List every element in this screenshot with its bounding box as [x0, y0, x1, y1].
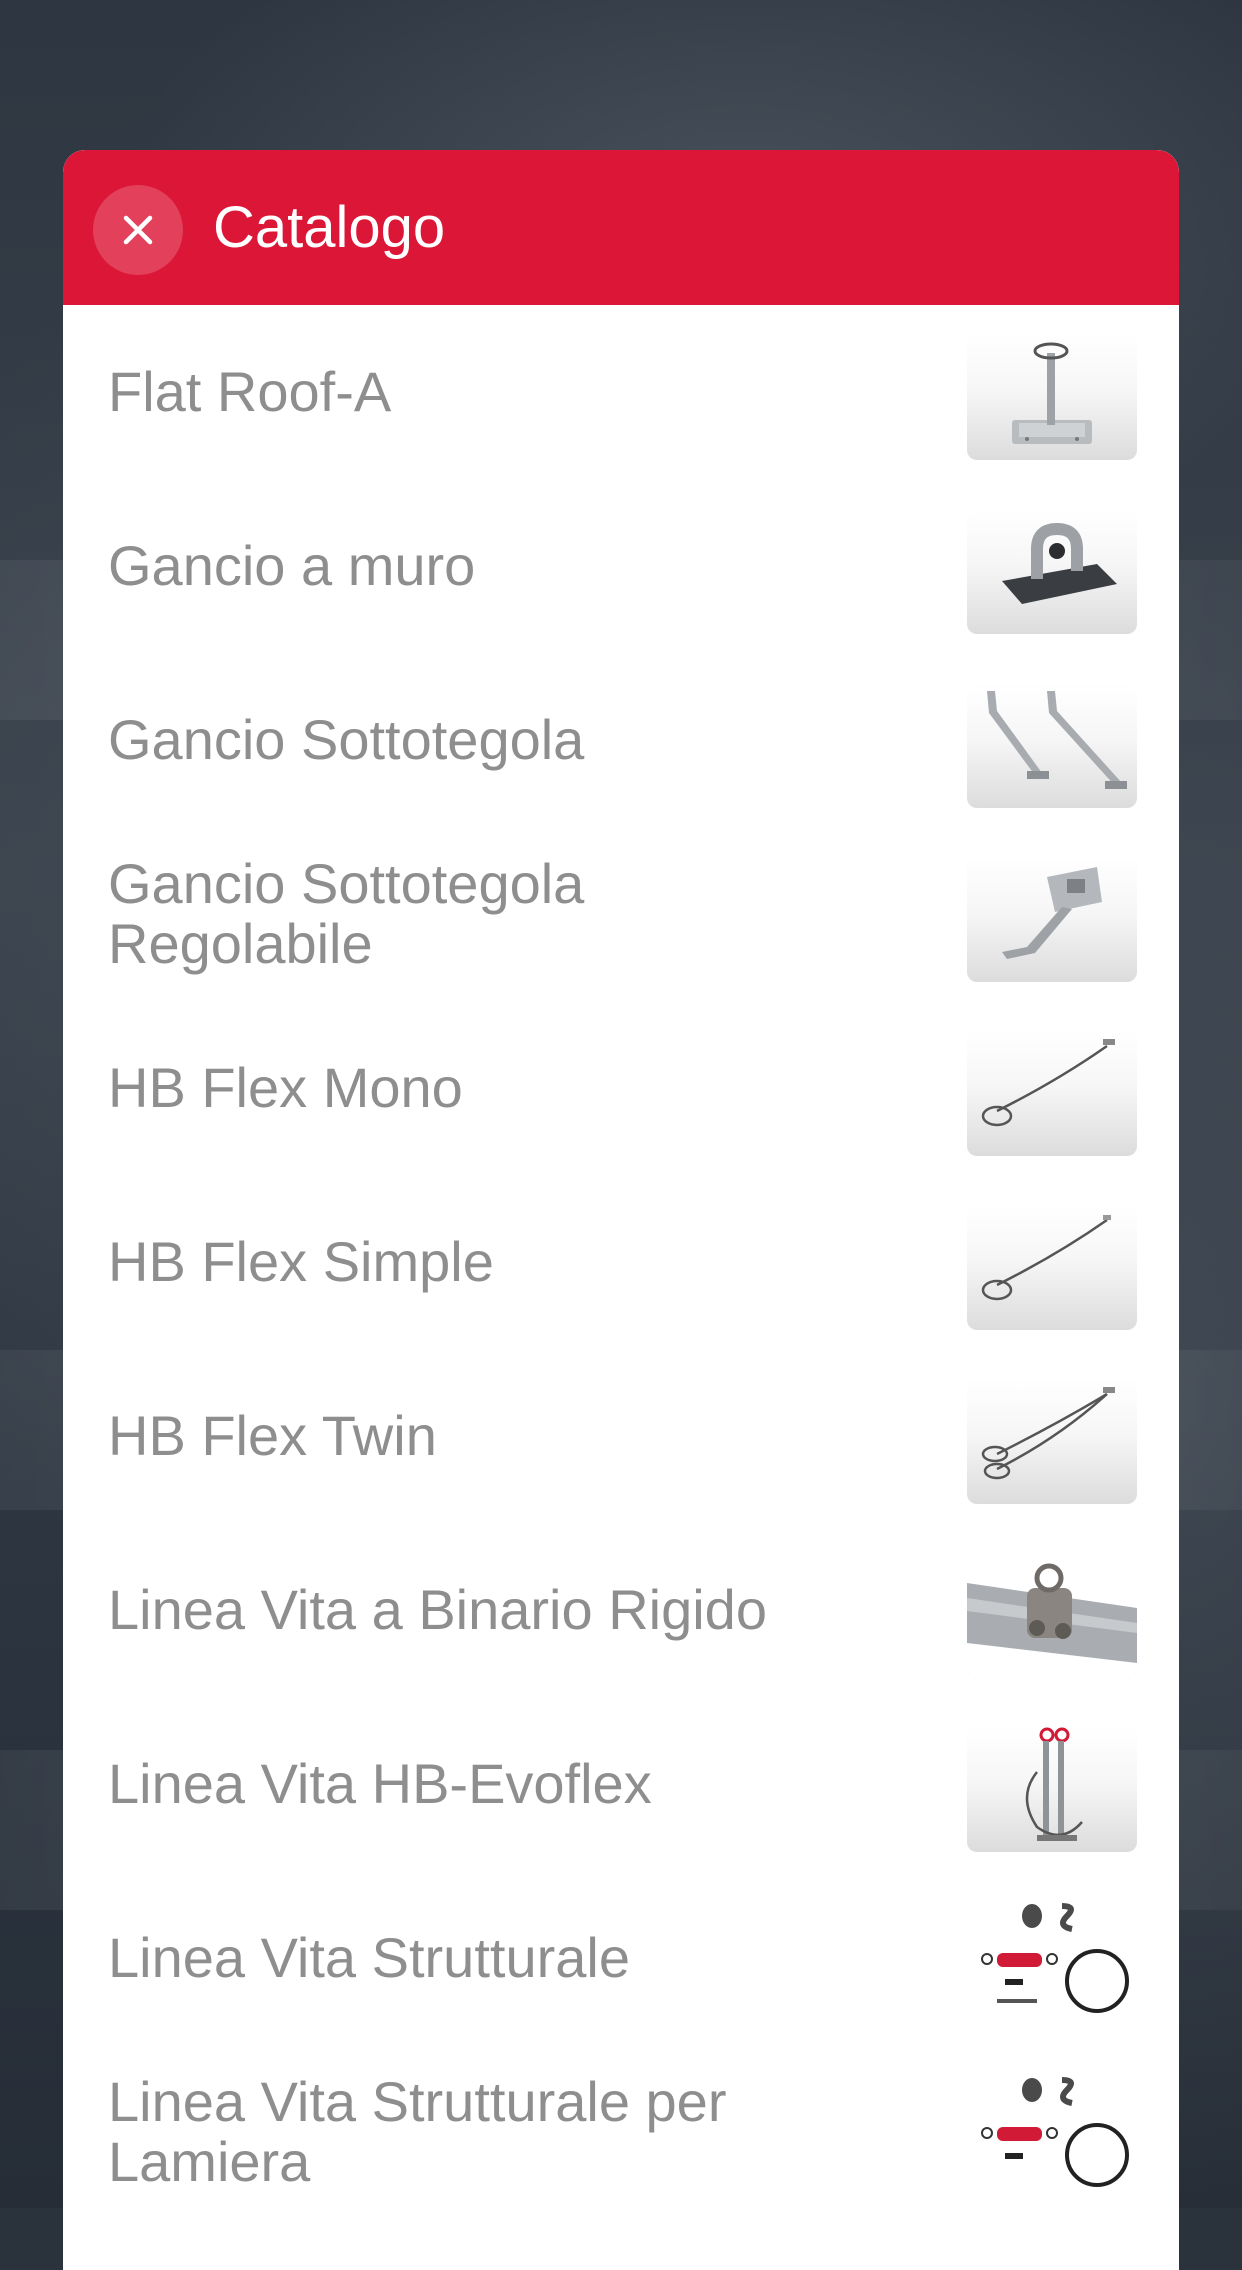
item-label: HB Flex Twin	[108, 1404, 437, 1467]
list-item-linea-vita-binario-rigido[interactable]: Linea Vita a Binario Rigido	[63, 1523, 1179, 1697]
item-label: Linea Vita a Binario Rigido	[108, 1578, 767, 1641]
item-label: Linea Vita Strutturale	[108, 1926, 630, 1989]
close-button[interactable]	[93, 185, 183, 275]
cable-sling-mono-image	[967, 1031, 1137, 1156]
list-item-linea-vita-hb-evoflex[interactable]: Linea Vita HB-Evoflex	[63, 1697, 1179, 1871]
modal-title: Catalogo	[213, 195, 446, 260]
cable-sling-simple-image	[967, 1205, 1137, 1330]
item-label: Gancio Sottotegola Regolabile	[108, 852, 585, 975]
list-item-gancio-sottotegola-regolabile[interactable]: Gancio Sottotegola Regolabile	[63, 827, 1179, 1001]
list-item-flat-roof-a[interactable]: Flat Roof-A	[63, 305, 1179, 479]
adjustable-under-tile-hook-image	[967, 857, 1137, 982]
rigid-rail-lifeline-image	[967, 1553, 1137, 1678]
item-label: HB Flex Simple	[108, 1230, 494, 1293]
list-item-linea-vita-strutturale[interactable]: Linea Vita Strutturale	[63, 1871, 1179, 2045]
item-label: Gancio Sottotegola	[108, 708, 585, 771]
item-label: Gancio a muro	[108, 534, 476, 597]
modal-header: Catalogo	[63, 150, 1179, 305]
structural-lifeline-kit-image	[967, 1901, 1137, 2026]
list-item-hb-flex-twin[interactable]: HB Flex Twin	[63, 1349, 1179, 1523]
list-item-hb-flex-simple[interactable]: HB Flex Simple	[63, 1175, 1179, 1349]
list-item-linea-vita-strutturale-lamiera[interactable]: Linea Vita Strutturale per Lamiera	[63, 2045, 1179, 2219]
item-label: Flat Roof-A	[108, 360, 392, 423]
item-label: Linea Vita Strutturale per Lamiera	[108, 2070, 727, 2193]
flat-roof-anchor-image	[967, 335, 1137, 460]
item-label: Linea Vita HB-Evoflex	[108, 1752, 652, 1815]
list-item-hb-flex-mono[interactable]: HB Flex Mono	[63, 1001, 1179, 1175]
under-tile-hook-image	[967, 683, 1137, 808]
catalog-modal: Catalogo Flat Roof-A Gancio a muro Ganci…	[63, 150, 1179, 2270]
cable-sling-twin-image	[967, 1379, 1137, 1504]
close-icon	[123, 215, 153, 245]
evoflex-lifeline-image	[967, 1727, 1137, 1852]
structural-lifeline-sheet-kit-image	[967, 2075, 1137, 2200]
item-label: HB Flex Mono	[108, 1056, 463, 1119]
list-item-gancio-sottotegola[interactable]: Gancio Sottotegola	[63, 653, 1179, 827]
wall-hook-image	[967, 509, 1137, 634]
list-item-gancio-a-muro[interactable]: Gancio a muro	[63, 479, 1179, 653]
